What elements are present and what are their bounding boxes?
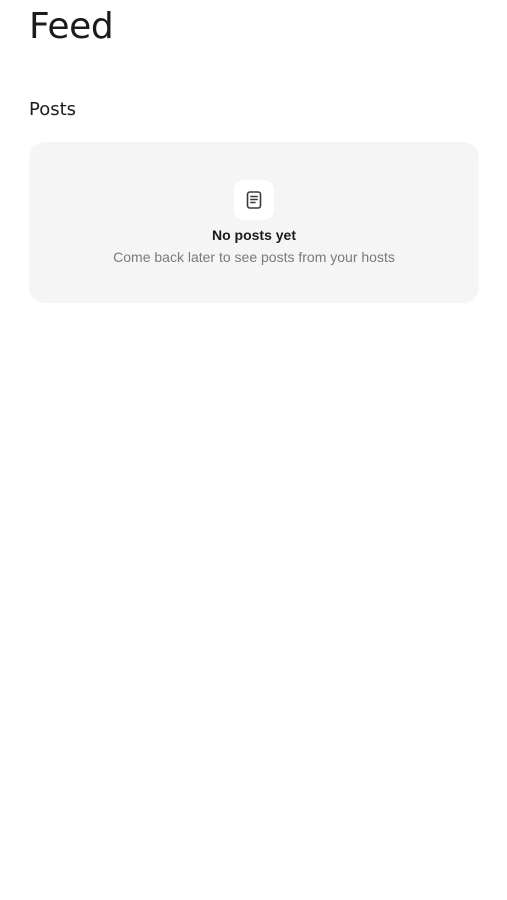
document-icon-container <box>234 180 274 220</box>
empty-state-title: No posts yet <box>211 227 296 243</box>
posts-section-title: Posts <box>29 99 77 120</box>
empty-state-subtitle: Come back later to see posts from your h… <box>113 249 395 265</box>
document-icon <box>246 191 262 209</box>
page-title: Feed <box>29 6 114 47</box>
posts-empty-state-card: No posts yet Come back later to see post… <box>29 142 479 303</box>
feed-screen: Feed Posts No posts yet Come back later … <box>0 0 507 900</box>
